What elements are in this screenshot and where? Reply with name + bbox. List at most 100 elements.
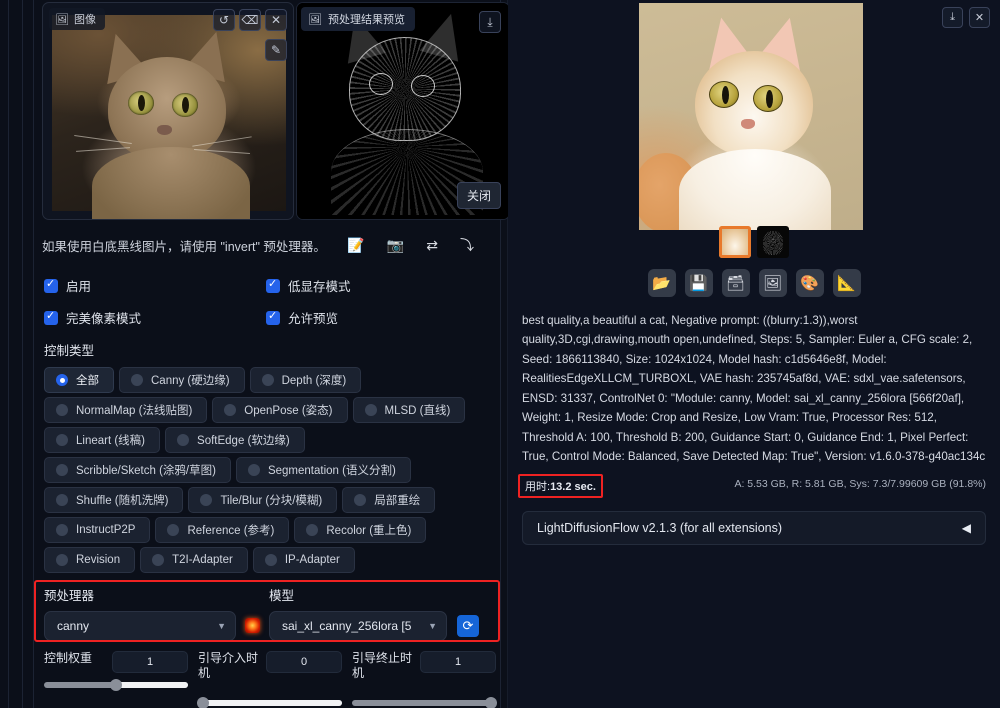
- control-type-scribble[interactable]: Scribble/Sketch (涂鸦/草图): [44, 457, 231, 483]
- source-image-badge: 🖼 图像: [49, 8, 105, 30]
- model-label: 模型: [269, 585, 447, 604]
- radio-icon: [200, 494, 212, 506]
- preprocessor-select[interactable]: canny ▼: [44, 611, 236, 641]
- thumbnail-generated[interactable]: [719, 226, 751, 258]
- swap-icon[interactable]: ⇄: [426, 238, 438, 252]
- checkbox-label: 低显存模式: [288, 276, 351, 295]
- gen-cat-eye-left: [709, 81, 739, 108]
- chip-label: OpenPose (姿态): [244, 402, 332, 418]
- thumbnail-canny-map[interactable]: [757, 226, 789, 258]
- slider-label: 引导介入时机: [198, 651, 260, 680]
- preprocessor-group: 预处理器 canny ▼: [44, 585, 236, 641]
- control-type-recolor[interactable]: Recolor (重上色): [294, 517, 426, 543]
- refresh-icon[interactable]: ⟳: [457, 615, 479, 637]
- control-type-openpose[interactable]: OpenPose (姿态): [212, 397, 347, 423]
- chip-label: Scribble/Sketch (涂鸦/草图): [76, 462, 216, 478]
- model-select[interactable]: sai_xl_canny_256lora [566f2 ▼: [269, 611, 447, 641]
- preprocessor-preview-card[interactable]: 🖼 预处理结果预览 ⤓ 关闭: [296, 2, 510, 220]
- slider-knob[interactable]: [197, 697, 209, 708]
- image-row: 🖼 图像 ↺ ⌫ ✕ ✎: [38, 2, 496, 224]
- slider-value[interactable]: 0: [266, 651, 342, 673]
- control-type-tile-blur[interactable]: Tile/Blur (分块/模糊): [188, 487, 337, 513]
- undo-icon[interactable]: ↺: [213, 9, 235, 31]
- eraser-icon[interactable]: ⌫: [239, 9, 261, 31]
- radio-icon: [354, 494, 366, 506]
- control-type-normalmap[interactable]: NormalMap (法线贴图): [44, 397, 207, 423]
- control-type-inpaint[interactable]: 局部重绘: [342, 487, 435, 513]
- chevron-down-icon: ▼: [428, 621, 437, 631]
- source-image: [52, 15, 286, 211]
- slider-track[interactable]: [44, 682, 188, 688]
- checkbox-low-vram[interactable]: 低显存模式: [266, 276, 351, 295]
- memo-icon[interactable]: 📝: [347, 238, 364, 252]
- generated-image[interactable]: [639, 3, 863, 230]
- slider-value[interactable]: 1: [420, 651, 496, 673]
- gen-cat-nose: [741, 119, 755, 129]
- checkbox-pixel-perfect[interactable]: 完美像素模式: [44, 308, 266, 327]
- camera-icon[interactable]: 📷: [387, 238, 404, 252]
- close-preview-button[interactable]: 关闭: [457, 182, 501, 209]
- download-icon[interactable]: ⤓: [942, 7, 963, 28]
- close-icon[interactable]: ✕: [969, 7, 990, 28]
- radio-icon: [56, 404, 68, 416]
- radio-icon: [56, 554, 68, 566]
- chip-label: MLSD (直线): [385, 402, 451, 418]
- control-type-t2i-adapter[interactable]: T2I-Adapter: [140, 547, 248, 573]
- extension-accordion[interactable]: LightDiffusionFlow v2.1.3 (for all exten…: [522, 511, 986, 545]
- checkbox-box: [266, 279, 280, 293]
- run-preprocessor-icon[interactable]: [245, 618, 260, 633]
- checkbox-allow-preview[interactable]: 允许预览: [266, 308, 338, 327]
- return-icon[interactable]: ⤵: [460, 238, 474, 252]
- model-value: sai_xl_canny_256lora [566f2: [282, 619, 412, 633]
- panel-rail: [22, 0, 23, 708]
- radio-icon: [365, 404, 377, 416]
- radio-icon: [248, 464, 260, 476]
- control-type-reference[interactable]: Reference (参考): [155, 517, 289, 543]
- panel-rail: [33, 0, 34, 708]
- chip-label: Revision: [76, 554, 120, 566]
- control-type-canny[interactable]: Canny (硬边缘): [119, 367, 245, 393]
- invert-hint-text: 如果使用白底黑线图片，请使用 "invert" 预处理器。: [42, 236, 326, 255]
- control-type-softedge[interactable]: SoftEdge (软边缘): [165, 427, 305, 453]
- control-type-instructp2p[interactable]: InstructP2P: [44, 517, 150, 543]
- control-type-shuffle[interactable]: Shuffle (随机洗牌): [44, 487, 183, 513]
- slider-value[interactable]: 1: [112, 651, 188, 673]
- slider-track[interactable]: [198, 700, 342, 706]
- radio-icon: [167, 524, 179, 536]
- preview-label: 预处理结果预览: [328, 11, 405, 27]
- source-image-card[interactable]: 🖼 图像 ↺ ⌫ ✕ ✎: [42, 2, 294, 220]
- control-type-mlsd[interactable]: MLSD (直线): [353, 397, 466, 423]
- ruler-icon[interactable]: 📐: [833, 269, 861, 297]
- radio-icon: [131, 374, 143, 386]
- zip-icon[interactable]: 🗃: [722, 269, 750, 297]
- checkbox-label: 完美像素模式: [66, 308, 141, 327]
- control-type-segmentation[interactable]: Segmentation (语义分割): [236, 457, 411, 483]
- slider-knob[interactable]: [110, 679, 122, 691]
- gen-cat-chest: [679, 149, 831, 230]
- control-type-label: 控制类型: [44, 340, 496, 359]
- gen-cat-eye-right: [753, 85, 783, 112]
- close-icon[interactable]: ✕: [265, 9, 287, 31]
- send-to-img2img-icon[interactable]: 🖼: [759, 269, 787, 297]
- image-icon: 🖼: [55, 13, 69, 26]
- generated-image-toolbar: ⤓ ✕: [942, 7, 990, 28]
- control-type-depth[interactable]: Depth (深度): [250, 367, 362, 393]
- result-panel: ⤓ ✕ 📂 💾 🗃 🖼 🎨 📐 best quality,a beautiful…: [508, 0, 1000, 708]
- download-icon[interactable]: ⤓: [479, 11, 501, 33]
- elapsed-time-label: 用时:: [525, 481, 550, 493]
- checkbox-enable[interactable]: 启用: [44, 276, 266, 295]
- save-icon[interactable]: 💾: [685, 269, 713, 297]
- radio-icon: [152, 554, 164, 566]
- control-type-ip-adapter[interactable]: IP-Adapter: [253, 547, 355, 573]
- palette-icon[interactable]: 🎨: [796, 269, 824, 297]
- control-type-all[interactable]: 全部: [44, 367, 114, 393]
- control-type-revision[interactable]: Revision: [44, 547, 135, 573]
- open-folder-icon[interactable]: 📂: [648, 269, 676, 297]
- slider-knob[interactable]: [485, 697, 497, 708]
- radio-icon: [306, 524, 318, 536]
- chip-label: Recolor (重上色): [326, 522, 411, 538]
- slider-track[interactable]: [352, 700, 496, 706]
- slider-label: 控制权重: [44, 651, 106, 666]
- pen-icon[interactable]: ✎: [265, 39, 287, 61]
- control-type-lineart[interactable]: Lineart (线稿): [44, 427, 160, 453]
